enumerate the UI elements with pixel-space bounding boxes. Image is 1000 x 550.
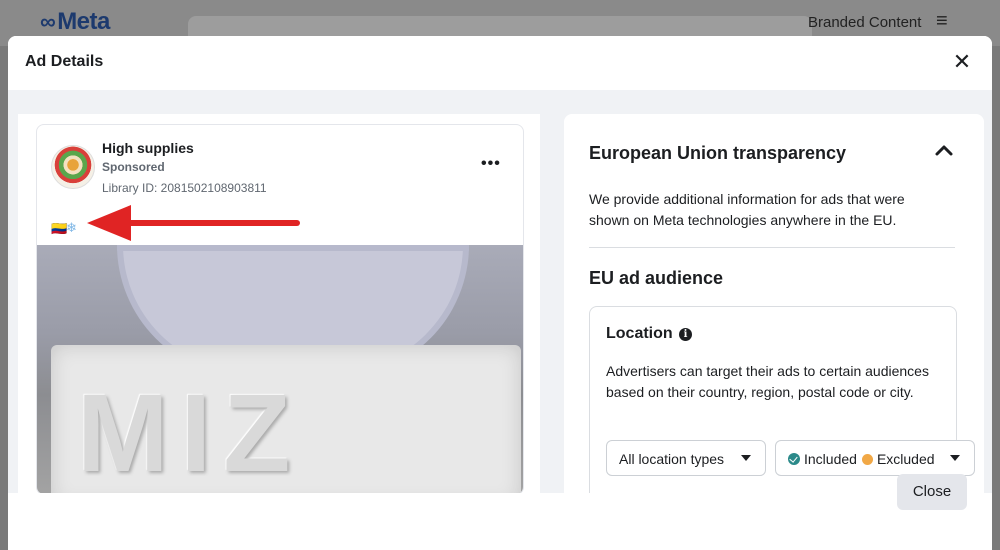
eu-ad-audience-title: EU ad audience [589,268,724,288]
location-description: Advertisers can target their ads to cert… [606,363,929,400]
colombia-flag-icon: 🇨🇴 [51,221,68,236]
caret-down-icon [950,455,960,461]
red-arrow-annotation [87,205,300,241]
ad-details-modal: Ad Details ✕ High supplies Sponsored Lib… [8,36,992,550]
meta-infinity-icon: ∞ [40,9,56,34]
ad-image-embossed-text: MIZ [77,372,303,495]
ad-preview-panel: High supplies Sponsored Library ID: 2081… [18,114,540,495]
ad-image[interactable]: MIZ [37,245,523,495]
location-type-dropdown-label: All location types [619,451,725,467]
modal-body: High supplies Sponsored Library ID: 2081… [8,90,992,508]
caret-down-icon [741,455,751,461]
eu-transparency-description: We provide additional information for ad… [589,191,905,228]
close-icon[interactable]: ✕ [950,50,974,74]
modal-title: Ad Details [25,53,104,70]
advertiser-avatar[interactable] [51,145,95,189]
close-button[interactable]: Close [897,474,967,510]
hamburger-menu-icon: ≡ [936,10,948,32]
excluded-label: Excluded [876,451,935,467]
location-title: Location [606,325,673,342]
more-options-icon[interactable]: ••• [481,155,501,173]
included-label: Included [804,451,857,467]
modal-footer [8,493,992,550]
ad-card: High supplies Sponsored Library ID: 2081… [36,124,524,495]
eu-transparency-title: European Union transparency [589,143,847,163]
included-check-icon [788,453,800,465]
meta-logo: ∞Meta [40,8,110,36]
modal-header: Ad Details ✕ [8,36,992,90]
info-icon[interactable]: i [679,328,692,341]
chevron-up-icon[interactable] [932,138,956,162]
eu-transparency-panel: European Union transparency We provide a… [564,114,984,508]
meta-logo-text: Meta [57,8,110,35]
excluded-dot-icon [861,454,873,465]
sponsored-label: Sponsored [102,160,165,174]
library-id: Library ID: 2081502108903811 [102,181,267,195]
location-type-dropdown[interactable]: All location types [606,440,766,476]
divider [589,247,955,248]
advertiser-name[interactable]: High supplies [102,140,194,156]
inclusion-filter-dropdown[interactable]: Included Excluded [775,440,975,476]
snowflake-icon: ❄ [66,220,77,235]
branded-content-link: Branded Content [808,14,922,31]
